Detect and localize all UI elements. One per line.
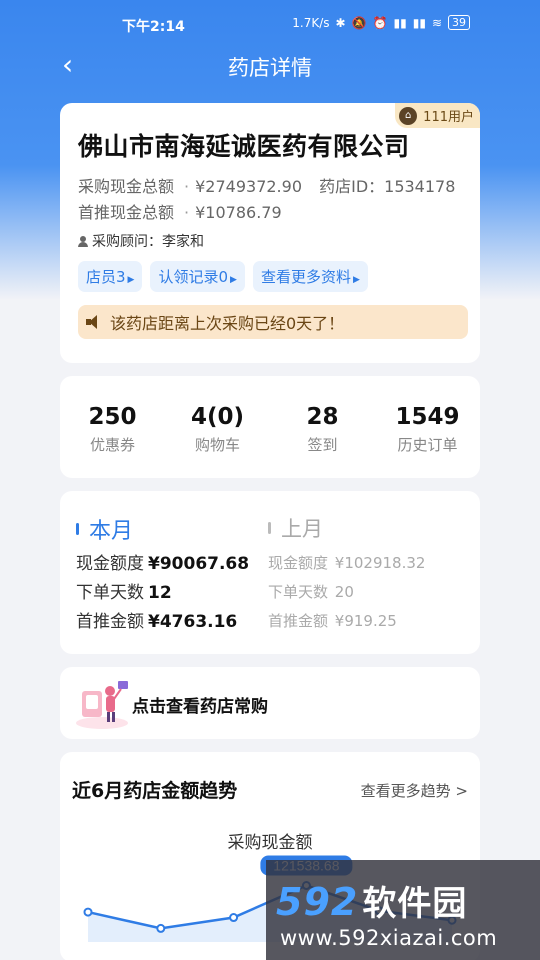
monthly-card: 本月 现金额度 ¥90067.68 下单天数 12 首推金额 ¥4763.16 上月 … (60, 491, 480, 654)
first-push-label: 首推现金总额 (78, 203, 175, 222)
previous-month: 上月 现金额度 ¥102918.32 下单天数 20 首推金额 ¥919.25 (268, 513, 425, 634)
stat-label: 签到 (307, 436, 338, 454)
advisor-text: 采购顾问：李家和 (92, 234, 204, 250)
speaker-icon (86, 315, 104, 329)
status-bar: 下午2:14 1.7K/s ✱ 🔕 ⏰ ▮▮ ▮▮ ≋ 39 (0, 0, 540, 48)
previous-cash-row: 现金额度 ¥102918.32 (268, 554, 426, 572)
stat-coupons[interactable]: 250 优惠券 (60, 376, 165, 478)
more-info-button[interactable]: 查看更多资料 ▶ (252, 261, 368, 292)
shopping-illustration-icon (76, 681, 128, 729)
caret-right-icon: ▶ (127, 275, 135, 285)
stat-num: 1549 (395, 404, 460, 430)
current-cash-row: 现金额度 ¥90067.68 (76, 554, 250, 574)
nav-bar: ‹ 药店详情 (0, 48, 540, 84)
current-push-row: 首推金额 ¥4763.16 (76, 612, 238, 632)
mute-icon: 🔕 (351, 15, 367, 30)
previous-month-title: 上月 (281, 517, 323, 541)
purchase-notice: 该药店距离上次采购已经0天了！ (78, 305, 468, 339)
stat-checkin[interactable]: 28 签到 (270, 376, 375, 478)
frequent-purchase-card[interactable]: 点击查看药店常购 (60, 667, 480, 739)
chart-point (229, 913, 239, 923)
previous-push-row: 首推金额 ¥919.25 (268, 612, 397, 630)
purchase-cash-line: 采购现金总额 · ¥2749372.90 药店ID：1534178 (78, 177, 456, 196)
claim-record-button[interactable]: 认领记录0 ▶ (150, 261, 245, 292)
caret-right-icon: ▶ (230, 275, 237, 285)
purchase-cash-label: 采购现金总额 (78, 177, 175, 196)
chart-title: 采购现金额 (227, 833, 313, 853)
advisor: 采购顾问：李家和 (78, 231, 204, 251)
stat-label: 优惠券 (89, 436, 135, 454)
stat-cart[interactable]: 4(0) 购物车 (165, 376, 270, 478)
stat-history-orders[interactable]: 1549 历史订单 (375, 376, 480, 478)
frequent-purchase-label: 点击查看药店常购 (132, 697, 268, 717)
store-name: 佛山市南海延诚医药有限公司 (78, 132, 410, 161)
stat-label: 历史订单 (397, 436, 458, 454)
alarm-icon: ⏰ (372, 15, 388, 30)
stat-num: 28 (306, 404, 339, 430)
current-days-row: 下单天数 12 (76, 583, 172, 603)
page-title: 药店详情 (228, 56, 312, 80)
purchase-cash-value: ¥2749372.90 (195, 177, 302, 196)
chart-point (156, 923, 166, 933)
stat-num: 4(0) (190, 404, 245, 430)
home-icon: ⌂ (399, 106, 418, 125)
stat-num: 250 (88, 404, 137, 430)
pharmacy-id-label: 药店ID： (319, 177, 385, 196)
watermark: 592 软件园 www.592xiazai.com (266, 860, 540, 960)
store-info-card: ⌂ 111用户 佛山市南海延诚医药有限公司 采购现金总额 · ¥2749372.90… (60, 103, 480, 363)
store-actions: 店员3 ▶ 认领记录0 ▶ 查看更多资料 ▶ (78, 261, 368, 292)
wifi-icon: ≋ (431, 15, 442, 30)
user-count-badge: ⌂ 111用户 (395, 103, 480, 128)
watermark-logo: 592 软件园 (276, 880, 468, 924)
battery-icon: 39 (448, 15, 470, 30)
caret-right-icon: ▶ (352, 275, 360, 285)
notice-text: 该药店距离上次采购已经0天了！ (110, 314, 345, 333)
current-month-title: 本月 (89, 519, 134, 544)
more-trends-link[interactable]: 查看更多趋势 > (361, 780, 468, 801)
watermark-url: www.592xiazai.com (280, 926, 498, 950)
trend-title: 近6月药店金额趋势 (72, 780, 238, 802)
stats-card: 250 优惠券 4(0) 购物车 28 签到 1549 历史订单 (60, 376, 480, 478)
pharmacy-id-value: 1534178 (384, 177, 456, 196)
signal-icon-2: ▮▮ (412, 15, 426, 30)
previous-days-row: 下单天数 20 (268, 583, 354, 601)
staff-button[interactable]: 店员3 ▶ (78, 261, 143, 292)
signal-icon: ▮▮ (393, 15, 407, 30)
bluetooth-icon: ✱ (335, 15, 346, 30)
current-month: 本月 现金额度 ¥90067.68 下单天数 12 首推金额 ¥4763.16 (76, 513, 249, 632)
person-icon (78, 235, 88, 247)
stat-label: 购物车 (194, 436, 240, 454)
first-push-value: ¥10786.79 (195, 203, 282, 222)
first-push-line: 首推现金总额 · ¥10786.79 (78, 203, 282, 222)
network-speed: 1.7K/s (292, 15, 330, 30)
status-icons: 1.7K/s ✱ 🔕 ⏰ ▮▮ ▮▮ ≋ 39 (292, 15, 470, 30)
status-time: 下午2:14 (122, 19, 185, 35)
chart-point (83, 907, 93, 917)
user-count-label: 111用户 (423, 110, 474, 125)
